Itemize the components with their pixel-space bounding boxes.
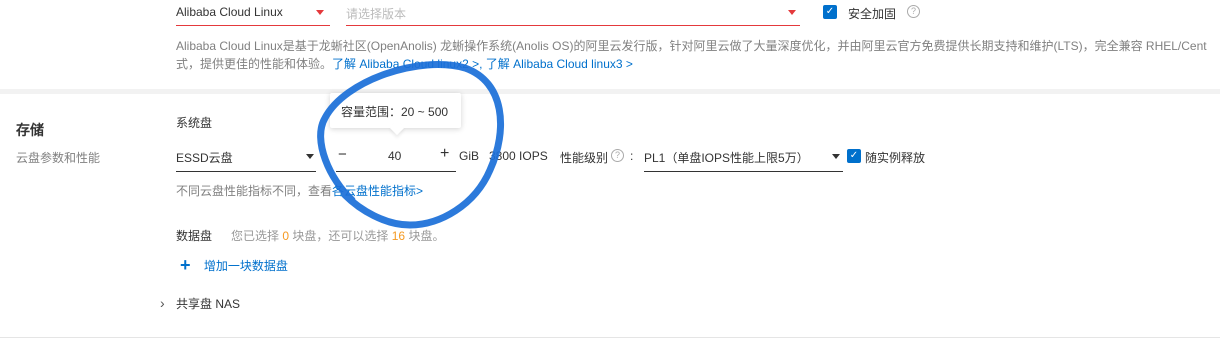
chevron-right-icon: › [160, 295, 165, 311]
performance-level-colon: : [630, 149, 634, 163]
link-separator: , [479, 57, 483, 71]
add-data-disk-button[interactable]: + 增加一块数据盘 [180, 255, 288, 275]
performance-level-value: PL1（单盘IOPS性能上限5万） [644, 151, 809, 165]
system-disk-type-value: ESSD云盘 [176, 151, 233, 165]
size-unit: GiB [459, 149, 480, 163]
chevron-down-icon [832, 154, 840, 159]
performance-level-select[interactable]: PL1（单盘IOPS性能上限5万） [644, 142, 843, 172]
chevron-down-icon [306, 154, 314, 159]
system-disk-size-input[interactable]: 40 [388, 149, 401, 163]
os-image-value: Alibaba Cloud Linux [176, 5, 283, 19]
disk-performance-hint: 不同云盘性能指标不同，查看各云盘性能指标> [176, 182, 423, 199]
data-disk-info-post: 块盘。 [408, 229, 445, 243]
data-disk-info: 您已选择 0 块盘，还可以选择 16 块盘。 [231, 227, 444, 244]
plus-icon: + [180, 255, 191, 275]
storage-section-title: 存储 [16, 122, 44, 138]
data-disk-selected-count: 0 [282, 229, 290, 243]
nas-label: 共享盘 NAS [176, 297, 241, 311]
bottom-divider [0, 337, 1220, 338]
minus-button[interactable]: − [338, 146, 347, 163]
nas-expander[interactable]: › 共享盘 NAS [160, 295, 240, 312]
data-disk-info-mid: 块盘，还可以选择 [292, 229, 389, 243]
os-description-line2: 式，提供更佳的性能和体验。了解 Alibaba Cloud linux2 >, … [176, 55, 633, 72]
security-hardening-label: 安全加固 [848, 7, 897, 21]
capacity-tooltip-text: 容量范围：20 ~ 500 [341, 105, 449, 119]
os-description-line1: Alibaba Cloud Linux是基于龙蜥社区(OpenAnolis) 龙… [176, 39, 1207, 53]
system-disk-size-stepper[interactable]: − 40 + [336, 142, 456, 172]
data-disk-info-pre: 您已选择 [231, 229, 280, 243]
section-divider [0, 89, 1220, 94]
performance-level-label: 性能级别 [560, 151, 609, 165]
release-with-instance-label: 随实例释放 [865, 151, 926, 165]
add-data-disk-label: 增加一块数据盘 [203, 259, 288, 273]
plus-button[interactable]: + [440, 145, 449, 163]
disk-performance-link[interactable]: 各云盘性能指标> [332, 184, 423, 198]
os-version-select[interactable]: 请选择版本 [346, 0, 800, 26]
chevron-down-icon [788, 10, 796, 15]
system-disk-label: 系统盘 [176, 116, 213, 130]
system-disk-type-select[interactable]: ESSD云盘 [176, 142, 316, 172]
help-icon[interactable]: ? [907, 5, 920, 18]
data-disk-label: 数据盘 [176, 229, 213, 243]
security-hardening-checkbox[interactable]: ✓ [823, 5, 837, 19]
disk-performance-hint-text: 不同云盘性能指标不同，查看 [176, 184, 333, 198]
os-version-placeholder: 请选择版本 [346, 7, 407, 21]
learn-linux2-link[interactable]: 了解 Alibaba Cloud linux2 > [332, 57, 479, 71]
help-icon[interactable]: ? [611, 149, 624, 162]
chevron-down-icon [316, 10, 324, 15]
os-image-select[interactable]: Alibaba Cloud Linux [176, 0, 330, 26]
iops-value: 3800 IOPS [489, 149, 548, 163]
learn-linux3-link[interactable]: 了解 Alibaba Cloud linux3 > [486, 57, 633, 71]
release-with-instance-checkbox[interactable]: ✓ [847, 149, 861, 163]
data-disk-remaining-count: 16 [391, 229, 406, 243]
storage-section-subtitle: 云盘参数和性能 [16, 151, 101, 165]
os-description-line2-text: 式，提供更佳的性能和体验。 [176, 57, 333, 71]
